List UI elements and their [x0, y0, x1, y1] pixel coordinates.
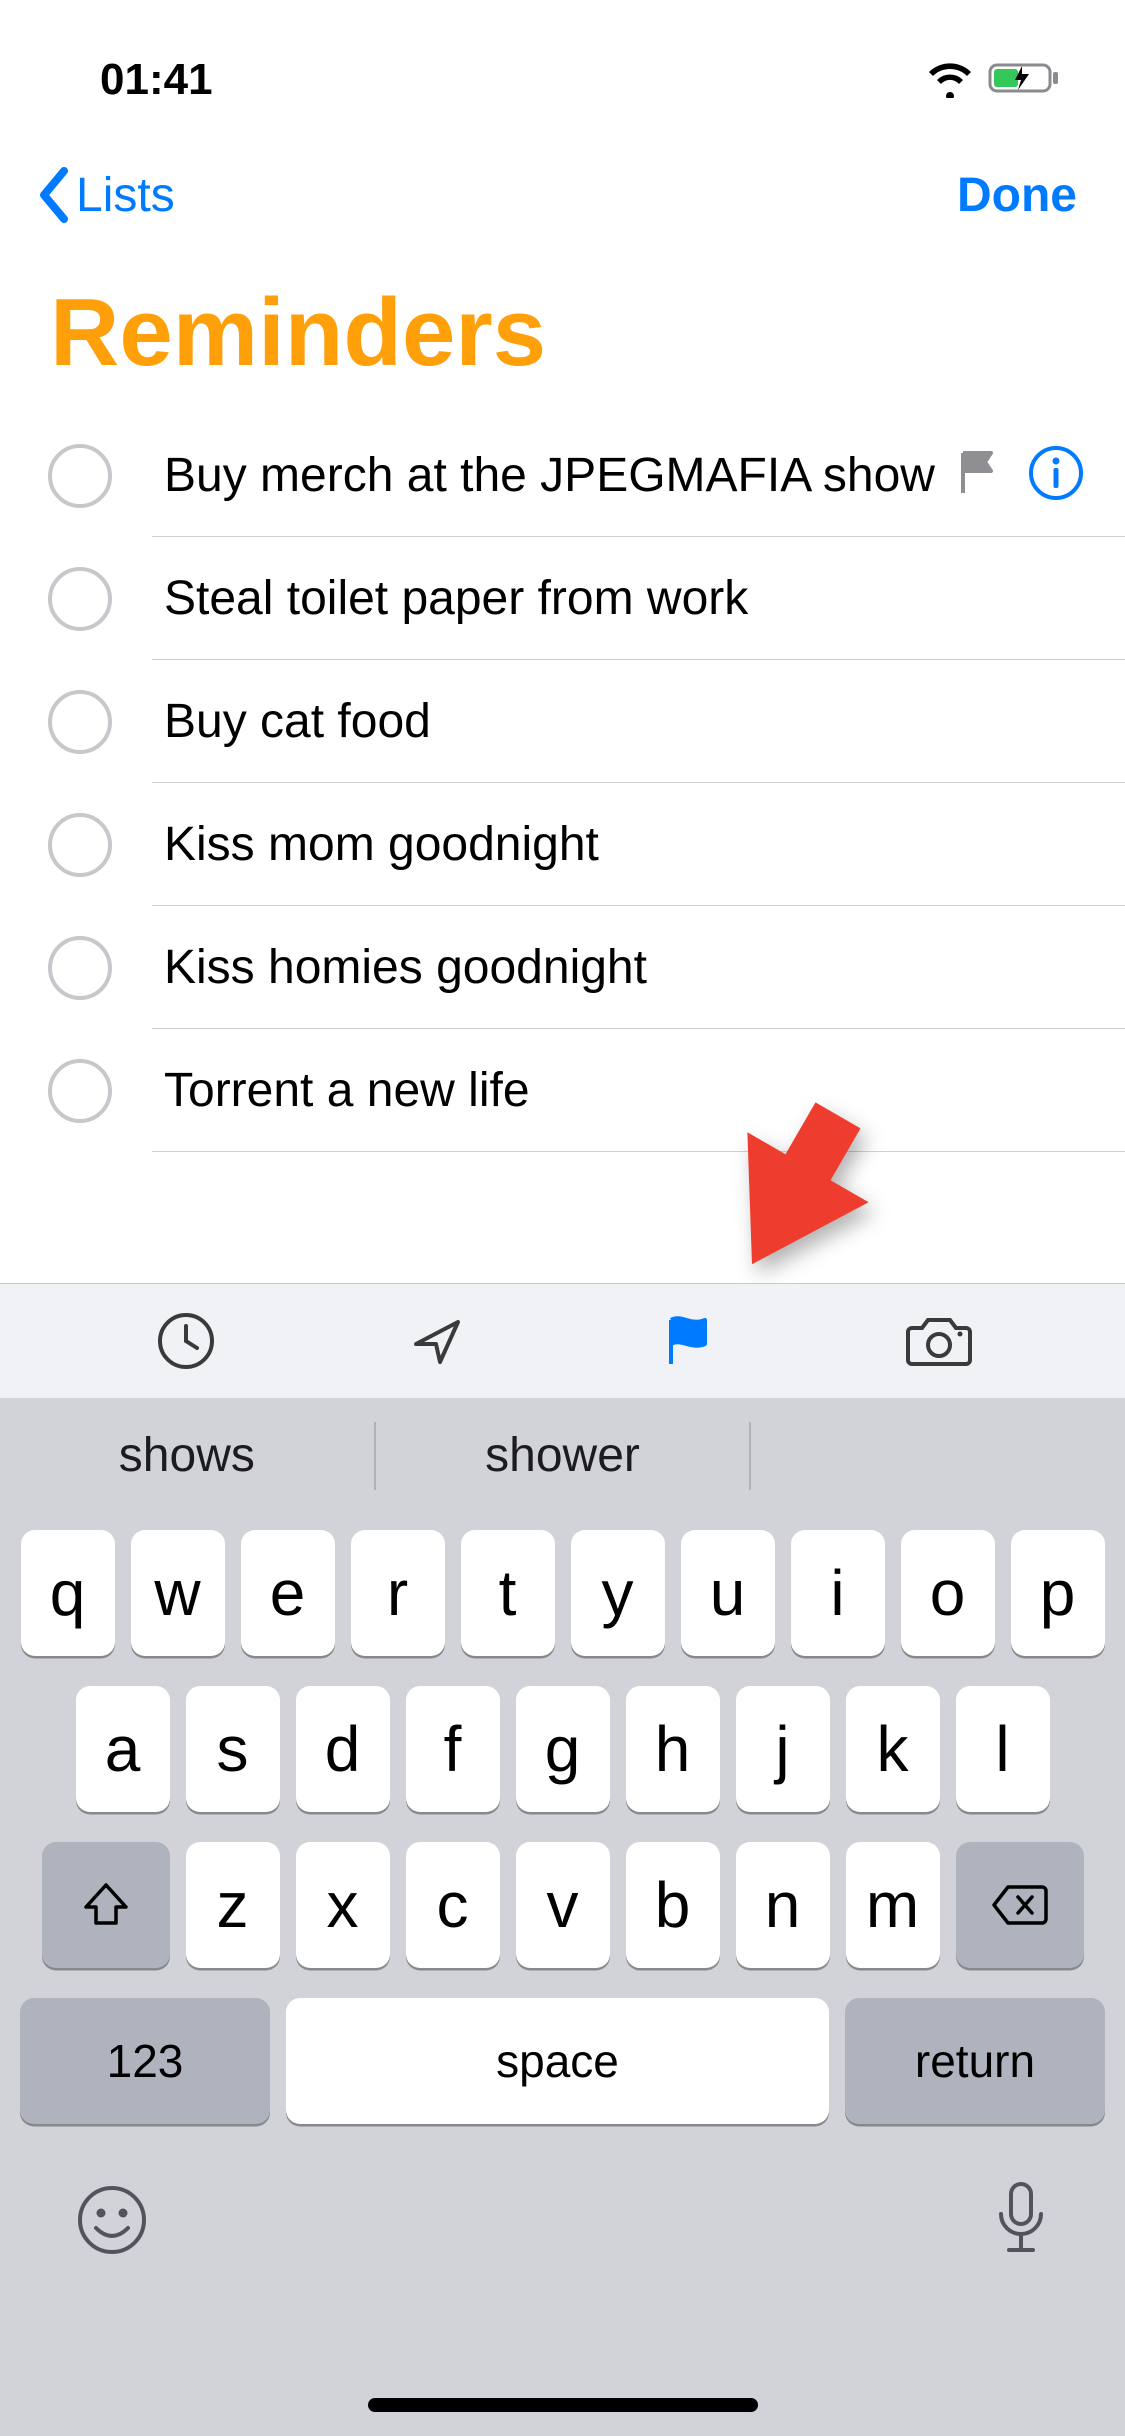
- key-i[interactable]: i: [791, 1530, 885, 1656]
- shift-icon: [80, 1879, 132, 1931]
- key-d[interactable]: d: [296, 1686, 390, 1812]
- camera-icon[interactable]: [904, 1306, 974, 1376]
- key-b[interactable]: b: [626, 1842, 720, 1968]
- key-h[interactable]: h: [626, 1686, 720, 1812]
- reminder-row[interactable]: Torrent a new life: [0, 1029, 1125, 1152]
- key-a[interactable]: a: [76, 1686, 170, 1812]
- reminder-text[interactable]: Torrent a new life: [164, 1063, 1125, 1118]
- reminder-text[interactable]: Kiss mom goodnight: [164, 817, 1125, 872]
- battery-charging-icon: [987, 58, 1065, 103]
- key-u[interactable]: u: [681, 1530, 775, 1656]
- key-y[interactable]: y: [571, 1530, 665, 1656]
- key-row: a s d f g h j k l: [10, 1686, 1115, 1812]
- microphone-icon: [991, 2178, 1051, 2262]
- home-indicator[interactable]: [368, 2398, 758, 2412]
- clock-icon[interactable]: [151, 1306, 221, 1376]
- reminder-text[interactable]: Buy cat food: [164, 694, 1125, 749]
- emoji-button[interactable]: [74, 2182, 150, 2276]
- reminder-row[interactable]: Buy merch at the JPEGMAFIA show: [0, 414, 1125, 537]
- backspace-icon: [990, 1883, 1050, 1927]
- reminder-row[interactable]: Steal toilet paper from work: [0, 537, 1125, 660]
- key-g[interactable]: g: [516, 1686, 610, 1812]
- suggestion[interactable]: shower: [376, 1413, 750, 1499]
- key-l[interactable]: l: [956, 1686, 1050, 1812]
- completion-toggle[interactable]: [48, 1059, 112, 1123]
- key-n[interactable]: n: [736, 1842, 830, 1968]
- page-title: Reminders: [0, 260, 1125, 414]
- reminders-list: Buy merch at the JPEGMAFIA show Steal to…: [0, 414, 1125, 1152]
- flag-icon[interactable]: [653, 1306, 723, 1376]
- key-o[interactable]: o: [901, 1530, 995, 1656]
- reminder-row[interactable]: Kiss mom goodnight: [0, 783, 1125, 906]
- key-s[interactable]: s: [186, 1686, 280, 1812]
- key-t[interactable]: t: [461, 1530, 555, 1656]
- nav-bar: Lists Done: [0, 130, 1125, 260]
- key-m[interactable]: m: [846, 1842, 940, 1968]
- quick-toolbar: [0, 1283, 1125, 1398]
- info-button[interactable]: [1027, 444, 1085, 507]
- suggestion[interactable]: [751, 1413, 1125, 1499]
- key-row: q w e r t y u i o p: [10, 1530, 1115, 1656]
- completion-toggle[interactable]: [48, 690, 112, 754]
- space-key[interactable]: space: [286, 1998, 829, 2124]
- key-j[interactable]: j: [736, 1686, 830, 1812]
- completion-toggle[interactable]: [48, 567, 112, 631]
- status-icons: [925, 58, 1065, 103]
- done-button[interactable]: Done: [957, 168, 1089, 223]
- completion-toggle[interactable]: [48, 936, 112, 1000]
- key-z[interactable]: z: [186, 1842, 280, 1968]
- key-x[interactable]: x: [296, 1842, 390, 1968]
- reminder-row[interactable]: Kiss homies goodnight: [0, 906, 1125, 1029]
- shift-key[interactable]: [42, 1842, 170, 1968]
- chevron-left-icon: [36, 167, 70, 223]
- numbers-key[interactable]: 123: [20, 1998, 270, 2124]
- key-r[interactable]: r: [351, 1530, 445, 1656]
- dictation-button[interactable]: [991, 2178, 1051, 2280]
- back-button[interactable]: Lists: [36, 167, 175, 223]
- key-w[interactable]: w: [131, 1530, 225, 1656]
- return-key[interactable]: return: [845, 1998, 1105, 2124]
- suggestion[interactable]: shows: [0, 1413, 374, 1499]
- key-row: z x c v b n m: [10, 1842, 1115, 1968]
- key-f[interactable]: f: [406, 1686, 500, 1812]
- suggestion-bar: shows shower: [0, 1398, 1125, 1514]
- reminder-text[interactable]: Steal toilet paper from work: [164, 571, 1125, 626]
- reminder-text[interactable]: Kiss homies goodnight: [164, 940, 1125, 995]
- reminder-text[interactable]: Buy merch at the JPEGMAFIA show: [164, 448, 957, 503]
- keyboard: shows shower q w e r t y u i o p a s d f…: [0, 1398, 1125, 2436]
- status-bar: 01:41: [0, 0, 1125, 130]
- key-c[interactable]: c: [406, 1842, 500, 1968]
- emoji-icon: [74, 2182, 150, 2258]
- backspace-key[interactable]: [956, 1842, 1084, 1968]
- key-k[interactable]: k: [846, 1686, 940, 1812]
- flag-icon: [957, 449, 999, 502]
- key-row: 123 space return: [10, 1998, 1115, 2124]
- key-e[interactable]: e: [241, 1530, 335, 1656]
- completion-toggle[interactable]: [48, 444, 112, 508]
- key-p[interactable]: p: [1011, 1530, 1105, 1656]
- location-icon[interactable]: [402, 1306, 472, 1376]
- reminder-row[interactable]: Buy cat food: [0, 660, 1125, 783]
- wifi-icon: [925, 58, 975, 103]
- back-label: Lists: [76, 168, 175, 223]
- key-q[interactable]: q: [21, 1530, 115, 1656]
- key-v[interactable]: v: [516, 1842, 610, 1968]
- completion-toggle[interactable]: [48, 813, 112, 877]
- status-time: 01:41: [100, 55, 213, 105]
